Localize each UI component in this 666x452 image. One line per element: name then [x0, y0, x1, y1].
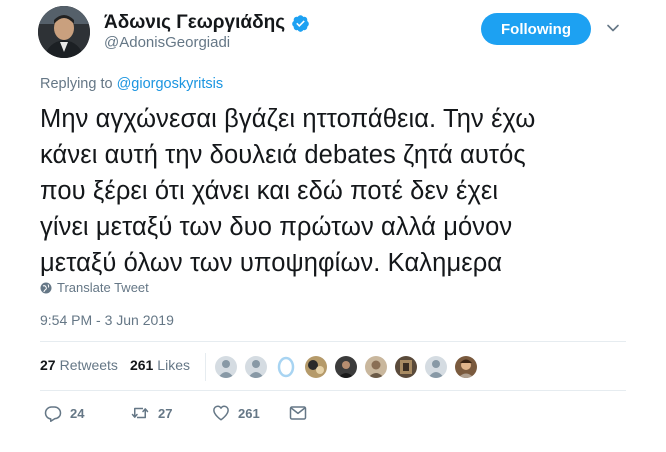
- like-action[interactable]: 261: [212, 404, 260, 422]
- liker-avatar[interactable]: [455, 356, 477, 378]
- liker-avatar[interactable]: [305, 356, 327, 378]
- reply-count: 24: [70, 405, 85, 421]
- reply-to-user-link[interactable]: @giorgoskyritsis: [117, 76, 224, 92]
- reply-icon: [44, 406, 62, 422]
- liker-avatar[interactable]: [215, 356, 237, 378]
- like-count: 261: [238, 405, 260, 421]
- liker-avatar[interactable]: [245, 356, 267, 378]
- tweet-text-line: που ξέρει ότι χάνει και εδώ ποτέ δεν έχε…: [40, 177, 499, 205]
- likes-stat[interactable]: 261 Likes: [130, 357, 190, 373]
- divider: [40, 341, 626, 342]
- replying-to-prefix: Replying to: [40, 76, 117, 92]
- verified-badge-icon: [292, 14, 309, 32]
- chevron-down-icon[interactable]: [606, 21, 620, 35]
- mail-icon: [289, 406, 307, 420]
- globe-icon: [40, 282, 52, 293]
- liker-avatar[interactable]: [365, 356, 387, 378]
- liker-avatar[interactable]: [335, 356, 357, 378]
- retweets-label: Retweets: [59, 357, 118, 373]
- tweet-text: Μην αγχώνεσαι βγάζει ηττοπάθεια. Την έχω…: [40, 101, 640, 281]
- tweet-text-line: μεταξύ όλων των υποψηφίων. Καλημερα: [40, 249, 503, 277]
- author-avatar[interactable]: [38, 6, 90, 58]
- translate-tweet-label: Translate Tweet: [57, 280, 149, 295]
- likes-label: Likes: [157, 357, 190, 373]
- author-name-row: Άδωνις Γεωργιάδης: [104, 12, 310, 34]
- likes-count: 261: [129, 357, 154, 373]
- tweet-stats: 27 Retweets 261 Likes: [40, 357, 202, 373]
- following-button[interactable]: Following: [481, 13, 591, 45]
- direct-message-action[interactable]: [289, 404, 315, 422]
- tweet-text-line: Μην αγχώνεσαι βγάζει ηττοπάθεια. Την έχω: [40, 105, 536, 133]
- tweet-text-line: γίνει μεταξύ των δυο πρώτων αλλά μόνον: [40, 213, 513, 241]
- retweets-stat[interactable]: 27 Retweets: [40, 357, 118, 373]
- liker-avatar[interactable]: [395, 356, 417, 378]
- author-display-name[interactable]: Άδωνις Γεωργιάδης: [104, 12, 285, 34]
- liker-avatar[interactable]: [425, 356, 447, 378]
- tweet-text-line: κάνει αυτή την δουλειά debates ζητά αυτό…: [40, 141, 526, 169]
- replying-to: Replying to @giorgoskyritsis: [40, 76, 223, 92]
- tweet-card: Άδωνις Γεωργιάδης @AdonisGeorgiadi Follo…: [0, 0, 666, 452]
- tweet-timestamp[interactable]: 9:54 PM - 3 Jun 2019: [40, 312, 174, 328]
- liker-avatar[interactable]: [275, 356, 297, 378]
- retweet-count: 27: [158, 405, 173, 421]
- author-handle[interactable]: @AdonisGeorgiadi: [104, 34, 230, 51]
- divider: [40, 390, 626, 391]
- retweets-count: 27: [40, 357, 56, 373]
- stats-separator: [205, 353, 206, 381]
- reply-action[interactable]: 24: [44, 404, 84, 422]
- translate-tweet-link[interactable]: Translate Tweet: [40, 280, 149, 295]
- like-icon: [213, 405, 229, 421]
- retweet-action[interactable]: 27: [130, 404, 172, 422]
- retweet-icon: [131, 407, 149, 419]
